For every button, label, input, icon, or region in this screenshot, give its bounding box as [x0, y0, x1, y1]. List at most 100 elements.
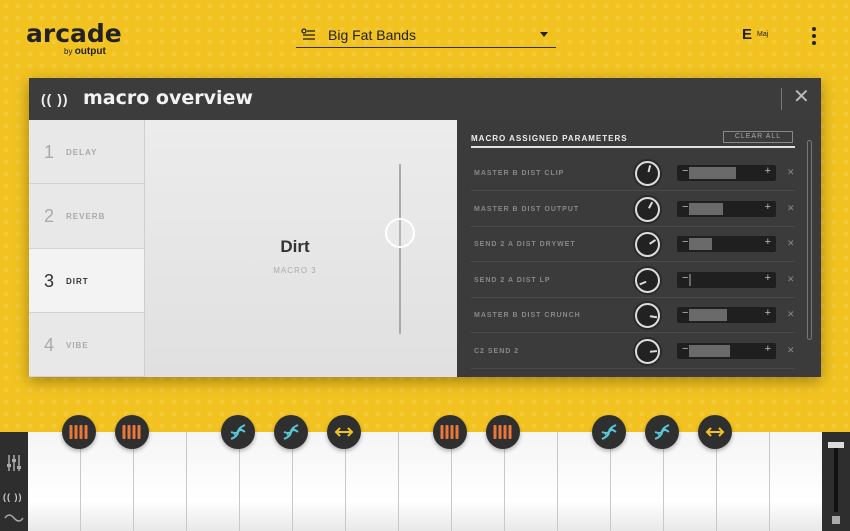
chevron-down-icon: [540, 32, 548, 37]
piano-key[interactable]: [770, 432, 823, 531]
param-row: MASTER B DIST CRUNCH − + ✕: [471, 298, 795, 333]
plus-icon[interactable]: +: [765, 307, 771, 319]
macro-item-dirt[interactable]: 3 DIRT: [29, 248, 144, 313]
volume-slider-handle[interactable]: [828, 442, 844, 448]
more-menu-icon[interactable]: [812, 27, 818, 45]
macro-number: 2: [44, 206, 55, 227]
remove-param-icon[interactable]: ✕: [787, 167, 795, 178]
remove-param-icon[interactable]: ✕: [787, 345, 795, 356]
plus-icon[interactable]: +: [765, 236, 771, 248]
dna-button[interactable]: [592, 415, 626, 449]
remove-param-icon[interactable]: ✕: [787, 238, 795, 249]
right-sidebar: [822, 432, 850, 531]
macro-label: DIRT: [66, 276, 89, 286]
param-range-slider[interactable]: − +: [677, 342, 776, 359]
param-label: SEND 2 A DIST LP: [474, 276, 551, 284]
plus-icon[interactable]: +: [765, 343, 771, 355]
double-arrow-icon: [705, 427, 725, 437]
dna-button[interactable]: [274, 415, 308, 449]
key-selector[interactable]: E: [742, 26, 752, 43]
piano-key[interactable]: [134, 432, 187, 531]
minus-icon[interactable]: −: [682, 236, 688, 248]
piano-key[interactable]: [717, 432, 770, 531]
stretch-button[interactable]: [698, 415, 732, 449]
param-knob[interactable]: [635, 196, 660, 222]
param-knob[interactable]: [635, 161, 660, 186]
dna-icon: [601, 424, 617, 440]
dna-button[interactable]: [645, 415, 679, 449]
volume-slider-track[interactable]: [834, 442, 838, 512]
left-sidebar: (( )): [0, 432, 28, 531]
range-fill: [689, 202, 723, 215]
param-range-slider[interactable]: − +: [677, 307, 776, 323]
macro-detail: Dirt MACRO 3: [144, 120, 457, 377]
macro-icon: (( )): [41, 91, 69, 107]
header-rule: [471, 146, 795, 148]
macro-item-vibe[interactable]: 4 VIBE: [29, 313, 144, 377]
remove-param-icon[interactable]: ✕: [787, 274, 795, 285]
mixer-icon[interactable]: [6, 454, 22, 472]
range-fill: [689, 238, 712, 250]
minus-icon[interactable]: −: [682, 272, 688, 284]
param-knob[interactable]: [635, 267, 660, 293]
param-range-slider[interactable]: − +: [677, 271, 776, 288]
macro-label: REVERB: [66, 212, 106, 222]
close-icon[interactable]: ✕: [793, 87, 810, 107]
clear-all-button[interactable]: CLEAR ALL: [723, 131, 793, 143]
bars-button[interactable]: [62, 415, 96, 449]
range-fill: [689, 167, 736, 179]
macro-view-icon[interactable]: (( )): [3, 492, 23, 502]
param-range-slider[interactable]: − +: [677, 236, 776, 252]
macro-slider-track[interactable]: [399, 164, 401, 334]
wave-icon[interactable]: [4, 512, 24, 524]
piano-key[interactable]: [346, 432, 399, 531]
plus-icon[interactable]: +: [765, 165, 771, 177]
plus-icon[interactable]: +: [765, 272, 771, 284]
bars-icon: [122, 425, 141, 439]
scale-selector[interactable]: Maj: [757, 31, 768, 38]
macro-number: 4: [44, 334, 55, 355]
stretch-button[interactable]: [327, 415, 361, 449]
minus-icon[interactable]: −: [682, 307, 688, 319]
param-row: SEND 2 A DIST DRYWET − + ✕: [471, 227, 795, 262]
minus-icon[interactable]: −: [682, 201, 688, 213]
dna-icon: [654, 424, 670, 440]
param-row: MASTER B DIST OUTPUT − + ✕: [471, 192, 795, 227]
param-knob[interactable]: [635, 232, 660, 257]
param-label: MASTER B DIST OUTPUT: [474, 205, 580, 213]
macro-item-delay[interactable]: 1 DELAY: [29, 120, 144, 185]
param-knob[interactable]: [635, 338, 660, 364]
macro-list: 1 DELAY 2 REVERB 3 DIRT 4 VIBE: [29, 120, 144, 377]
params-scrollbar[interactable]: [807, 140, 812, 340]
param-label: MASTER B DIST CLIP: [474, 170, 565, 177]
param-knob[interactable]: [635, 303, 660, 328]
macro-item-reverb[interactable]: 2 REVERB: [29, 184, 144, 249]
logo-byline: by output: [64, 46, 106, 57]
bars-button[interactable]: [115, 415, 149, 449]
bars-icon: [493, 425, 512, 439]
piano-keyboard[interactable]: [28, 432, 823, 531]
range-fill: [689, 273, 691, 286]
preset-selector[interactable]: Big Fat Bands: [296, 22, 556, 48]
param-range-slider[interactable]: − +: [677, 200, 776, 217]
params-header: MACRO ASSIGNED PARAMETERS: [471, 134, 628, 143]
minus-icon[interactable]: −: [682, 343, 688, 355]
stop-icon[interactable]: [832, 516, 840, 524]
param-range-slider[interactable]: − +: [677, 165, 776, 181]
minus-icon[interactable]: −: [682, 165, 688, 177]
bars-button[interactable]: [486, 415, 520, 449]
param-label: MASTER B DIST CRUNCH: [474, 312, 581, 319]
plus-icon[interactable]: +: [765, 201, 771, 213]
macro-label: DELAY: [66, 148, 98, 157]
dna-button[interactable]: [221, 415, 255, 449]
piano-key[interactable]: [505, 432, 558, 531]
param-row: C2 SEND 2− + ✕: [471, 334, 795, 369]
bars-button[interactable]: [433, 415, 467, 449]
divider: [781, 88, 782, 110]
preset-name: Big Fat Bands: [328, 27, 416, 43]
remove-param-icon[interactable]: ✕: [787, 203, 795, 214]
remove-param-icon[interactable]: ✕: [787, 309, 795, 320]
macro-slider-handle[interactable]: [385, 218, 415, 248]
param-label: SEND 2 A DIST DRYWET: [474, 241, 576, 248]
double-arrow-icon: [334, 427, 354, 437]
